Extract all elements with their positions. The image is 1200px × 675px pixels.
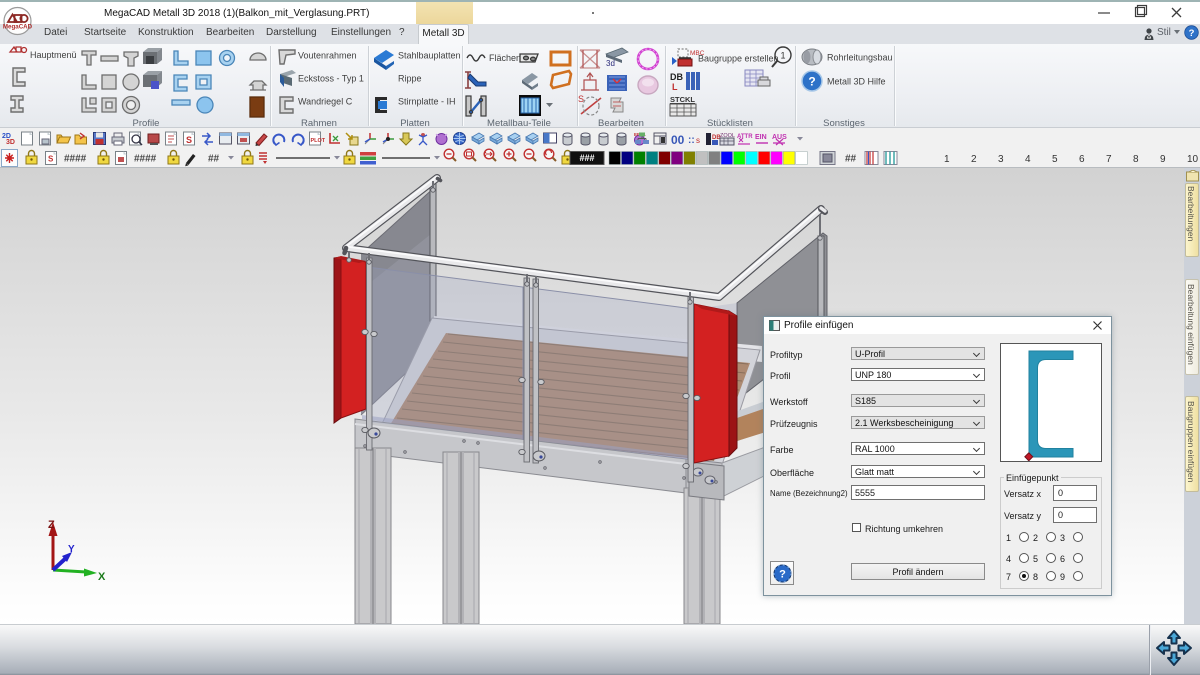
svg-text:Stirnplatte - IH: Stirnplatte - IH [398,97,456,107]
svg-text:L: L [672,82,678,92]
svg-text:1: 1 [944,154,950,165]
svg-text:Z: Z [48,519,55,531]
svg-text:STCKL: STCKL [670,95,695,104]
svg-text:###: ### [579,153,594,163]
svg-text:3d: 3d [606,59,615,68]
svg-text:9: 9 [1160,154,1166,165]
svg-text:10: 10 [1187,154,1199,165]
svg-text:?: ? [779,568,786,580]
svg-text:?: ? [1189,28,1195,39]
svg-text:::: :: [688,135,695,146]
svg-text:6: 6 [1079,154,1085,165]
svg-text:Wandriegel C: Wandriegel C [298,97,353,107]
svg-text:####: #### [134,154,157,165]
svg-text:7: 7 [1106,154,1112,165]
svg-text:S: S [48,155,54,164]
svg-text:Flächen: Flächen [489,53,521,63]
svg-text:1: 1 [780,51,785,61]
svg-text:Stahlbauplatten: Stahlbauplatten [398,51,461,61]
svg-text:00: 00 [671,133,685,147]
svg-text:PLOT: PLOT [311,138,326,144]
svg-text:Eckstoss - Typ 1: Eckstoss - Typ 1 [298,74,364,84]
svg-text:Metall 3D Hilfe: Metall 3D Hilfe [827,77,886,87]
svg-text:2: 2 [971,154,977,165]
svg-text:?: ? [808,75,815,89]
svg-text:Rippe: Rippe [398,74,422,84]
svg-text:Baugruppe erstellen: Baugruppe erstellen [698,54,779,64]
svg-text:####: #### [64,154,87,165]
svg-text:4: 4 [1025,154,1031,165]
svg-text:5: 5 [1052,154,1058,165]
svg-text:3: 3 [998,154,1004,165]
svg-text:##: ## [845,154,857,165]
svg-text:X: X [98,571,106,583]
svg-text:Voutenrahmen: Voutenrahmen [298,51,357,61]
svg-text:s: s [696,136,700,145]
svg-text:AUS: AUS [772,134,787,141]
svg-text:Y: Y [68,544,75,555]
svg-text:Rohrleitungsbau: Rohrleitungsbau [827,53,893,63]
svg-text:3D: 3D [6,139,15,146]
svg-text:EIN: EIN [755,134,767,141]
svg-text:Hauptmenü: Hauptmenü [30,50,77,60]
svg-text:MegaCAD: MegaCAD [3,24,33,31]
svg-text:##: ## [208,154,220,165]
svg-text:S: S [186,135,192,145]
svg-text:8: 8 [1133,154,1139,165]
svg-text:S: S [578,94,584,104]
svg-text:DB: DB [670,72,683,82]
